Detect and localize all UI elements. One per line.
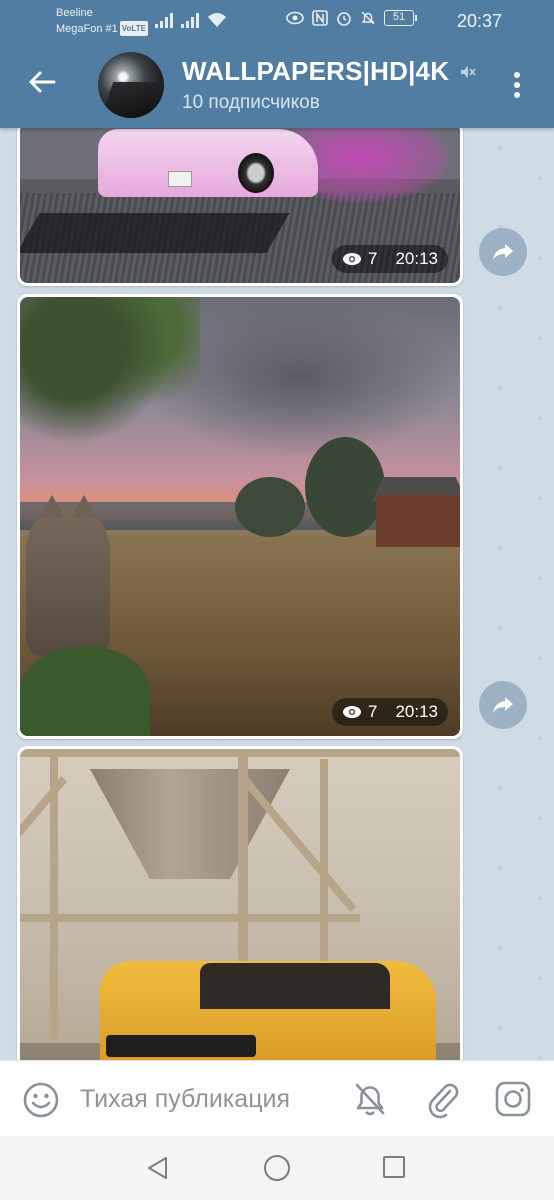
channel-title: WALLPAPERS|HD|4K (182, 56, 450, 86)
nav-back-icon[interactable] (146, 1156, 170, 1180)
post-time: 20:13 (395, 702, 438, 721)
post-meta: 7 20:13 (331, 245, 448, 273)
share-arrow-icon (493, 244, 513, 260)
post-time: 20:13 (395, 249, 438, 268)
channel-avatar[interactable] (98, 52, 164, 118)
nav-recents-icon[interactable] (383, 1156, 405, 1178)
photo-post[interactable] (17, 746, 463, 1060)
carrier-2: MegaFon #1 (56, 23, 118, 35)
more-options-button[interactable] (502, 68, 532, 102)
status-bar: Beeline MegaFon #1 VoLTE 51 20:37 (0, 0, 554, 42)
eye-icon (342, 253, 361, 265)
eye-icon (342, 706, 361, 718)
nfc-icon (312, 10, 328, 26)
battery-icon: 51 (384, 10, 417, 26)
subscriber-count[interactable]: 10 подписчиков (182, 92, 320, 114)
post-photo[interactable]: 7 20:13 (20, 128, 460, 283)
signal-icon (155, 12, 173, 28)
speaker-muted-icon (461, 65, 476, 78)
post-photo[interactable] (20, 749, 460, 1060)
view-count: 7 (367, 702, 378, 721)
channel-title-row[interactable]: WALLPAPERS|HD|4K (182, 56, 477, 87)
three-dots-icon (514, 72, 520, 78)
carrier-1: Beeline (56, 7, 93, 19)
message-input[interactable]: Тихая публикация (80, 1085, 290, 1114)
carrier-info: Beeline MegaFon #1 VoLTE (56, 6, 148, 37)
status-icons: 51 (286, 10, 417, 26)
notifications-off-icon (361, 11, 375, 25)
photo-post[interactable]: 7 20:13 (17, 128, 463, 286)
message-list[interactable]: 7 20:13 7 20:13 (0, 128, 554, 1060)
camera-icon[interactable] (494, 1080, 532, 1118)
photo-post[interactable]: 7 20:13 (17, 294, 463, 739)
silent-broadcast-toggle-icon[interactable] (350, 1079, 390, 1119)
signal-icon (181, 12, 199, 28)
volte-badge: VoLTE (119, 21, 148, 36)
wifi-icon (208, 13, 226, 27)
post-meta: 7 20:13 (331, 698, 448, 726)
share-button[interactable] (479, 681, 527, 729)
system-navigation-bar (0, 1136, 554, 1200)
emoji-icon[interactable] (22, 1081, 60, 1119)
share-arrow-icon (493, 697, 513, 713)
back-button[interactable] (24, 64, 60, 100)
attach-icon[interactable] (423, 1079, 463, 1119)
eye-icon (286, 11, 304, 25)
share-button[interactable] (479, 228, 527, 276)
network-icons (155, 12, 227, 28)
alarm-icon (337, 12, 351, 26)
nav-home-icon[interactable] (264, 1155, 290, 1181)
view-count: 7 (367, 249, 378, 268)
status-time: 20:37 (456, 11, 502, 31)
arrow-left-icon (29, 71, 56, 93)
post-photo[interactable]: 7 20:13 (20, 297, 460, 736)
chat-header: WALLPAPERS|HD|4K 10 подписчиков (0, 42, 554, 128)
message-input-bar: Тихая публикация (0, 1060, 554, 1136)
